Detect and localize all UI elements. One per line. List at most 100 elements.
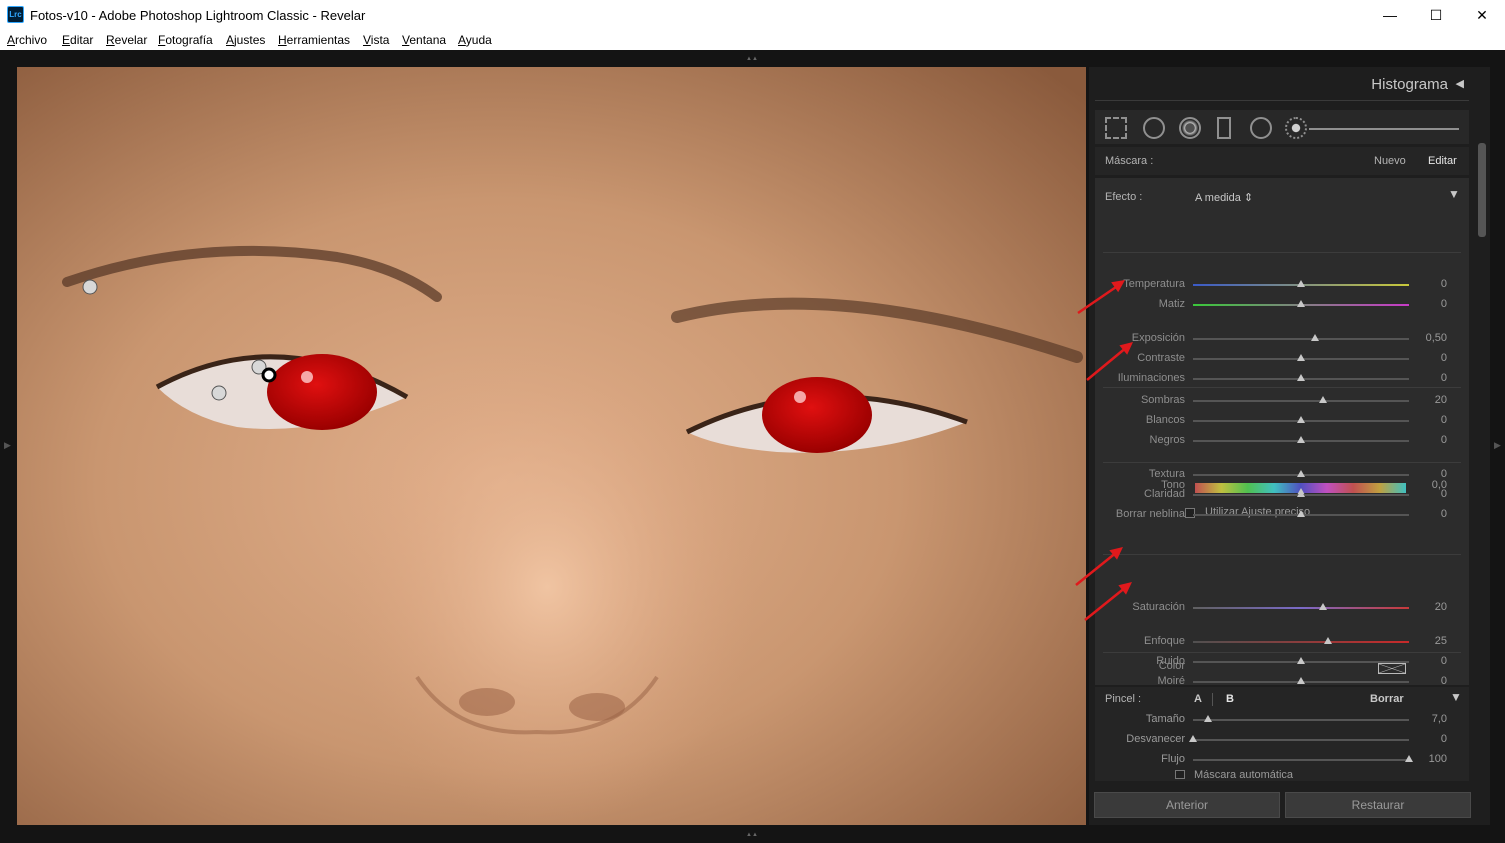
crop-tool-icon[interactable] — [1105, 117, 1127, 139]
temperatura-value[interactable]: 0 — [1417, 278, 1447, 290]
blancos-label: Blancos — [1145, 414, 1185, 426]
red-eye-tool-icon[interactable] — [1179, 117, 1201, 139]
bottom-panel-toggle-icon[interactable]: ▲▲ — [746, 832, 758, 838]
brush-tamano-value[interactable]: 7,0 — [1417, 713, 1447, 725]
spot-removal-tool-icon[interactable] — [1143, 117, 1165, 139]
brush-tamano-slider-thumb[interactable] — [1204, 715, 1213, 722]
textura-slider-thumb[interactable] — [1297, 470, 1305, 477]
right-panel-toggle-icon[interactable]: ▶ — [1494, 440, 1501, 451]
brush-label: Pincel : — [1105, 693, 1142, 705]
matiz-slider-thumb[interactable] — [1297, 300, 1305, 307]
brush-tamano-slider-track[interactable] — [1193, 719, 1409, 721]
exposicion-label: Exposición — [1131, 332, 1185, 344]
top-panel-toggle-icon[interactable]: ▲▲ — [746, 56, 758, 62]
radial-filter-icon[interactable] — [1250, 117, 1272, 139]
enfoque-value[interactable]: 25 — [1417, 635, 1447, 647]
brush-flujo-label: Flujo — [1161, 753, 1185, 765]
auto-mask-checkbox[interactable] — [1175, 770, 1185, 779]
claridad-slider-thumb[interactable] — [1297, 490, 1305, 497]
panel-scrollbar[interactable] — [1478, 143, 1486, 237]
brush-tamano-label: Tamaño — [1145, 713, 1185, 725]
section-divider — [1103, 652, 1461, 653]
precise-adjust-checkbox[interactable] — [1185, 508, 1195, 518]
mask-new-button[interactable]: Nuevo — [1374, 155, 1406, 167]
brush-panel: Pincel : A B Borrar ▼ Máscara automática… — [1095, 687, 1469, 781]
brush-desvanecer-slider-track[interactable] — [1193, 739, 1409, 741]
saturacion-slider-track[interactable] — [1193, 607, 1409, 609]
adjustment-brush-icon[interactable] — [1285, 117, 1307, 139]
menu-vista[interactable]: Vista — [363, 33, 389, 47]
menu-revelar[interactable]: Revelar — [106, 33, 147, 47]
enfoque-slider-track[interactable] — [1193, 641, 1409, 643]
menu-herramientas[interactable]: Herramientas — [278, 33, 350, 47]
matiz-label: Matiz — [1158, 298, 1185, 310]
negros-slider-thumb[interactable] — [1297, 436, 1305, 443]
enfoque-slider-thumb[interactable] — [1324, 637, 1332, 644]
temperatura-slider-thumb[interactable] — [1297, 280, 1305, 287]
brush-a-button[interactable]: A — [1194, 693, 1202, 705]
menu-editar[interactable]: Editar — [62, 33, 93, 47]
maximize-button[interactable]: ☐ — [1413, 0, 1459, 30]
brush-desvanecer-value[interactable]: 0 — [1417, 733, 1447, 745]
blancos-value[interactable]: 0 — [1417, 414, 1447, 426]
sombras-value[interactable]: 20 — [1417, 394, 1447, 406]
menu-ajustes[interactable]: Ajustes — [226, 33, 265, 47]
auto-mask-label: Máscara automática — [1194, 769, 1294, 781]
color-swatch[interactable] — [1378, 663, 1406, 674]
moire-slider-thumb[interactable] — [1297, 677, 1305, 684]
claridad-value[interactable]: 0 — [1417, 488, 1447, 500]
minimize-button[interactable]: — — [1367, 0, 1413, 30]
menu-ayuda[interactable]: Ayuda — [458, 33, 492, 47]
contraste-value[interactable]: 0 — [1417, 352, 1447, 364]
brush-desvanecer-slider-thumb[interactable] — [1189, 735, 1197, 742]
iluminaciones-value[interactable]: 0 — [1417, 372, 1447, 384]
ruido-slider-thumb[interactable] — [1297, 657, 1305, 664]
contraste-slider-thumb[interactable] — [1297, 354, 1305, 361]
matiz-value[interactable]: 0 — [1417, 298, 1447, 310]
brush-erase-button[interactable]: Borrar — [1370, 693, 1404, 705]
lightroom-app-icon: Lrc — [7, 6, 24, 23]
brush-b-button[interactable]: B — [1226, 693, 1234, 705]
negros-value[interactable]: 0 — [1417, 434, 1447, 446]
window-title: Fotos-v10 - Adobe Photoshop Lightroom Cl… — [30, 8, 366, 23]
reset-button[interactable]: Restaurar — [1285, 792, 1471, 818]
borrar-neblina-value[interactable]: 0 — [1417, 508, 1447, 520]
brush-separator — [1212, 693, 1213, 706]
sombras-slider-track[interactable] — [1193, 400, 1409, 402]
saturacion-value[interactable]: 20 — [1417, 601, 1447, 613]
adjustment-subpanel: Efecto : A medida ⇕ ▼ Tono 0,0 Utilizar … — [1095, 178, 1469, 707]
previous-button[interactable]: Anterior — [1094, 792, 1280, 818]
effect-collapse-icon[interactable]: ▼ — [1448, 187, 1460, 201]
moire-value[interactable]: 0 — [1417, 675, 1447, 687]
brush-flujo-value[interactable]: 100 — [1417, 753, 1447, 765]
iluminaciones-slider-thumb[interactable] — [1297, 374, 1305, 381]
menu-fotografia[interactable]: Fotografía — [158, 33, 213, 47]
menu-archivo[interactable]: Archivo — [7, 33, 47, 47]
left-panel-toggle-icon[interactable]: ▶ — [4, 440, 11, 451]
brush-flujo-slider-thumb[interactable] — [1405, 755, 1413, 762]
menu-ventana[interactable]: Ventana — [402, 33, 446, 47]
saturacion-slider-thumb[interactable] — [1318, 603, 1327, 610]
graduated-filter-icon[interactable] — [1217, 117, 1231, 139]
borrar-neblina-slider-thumb[interactable] — [1297, 510, 1305, 517]
effect-preset-dropdown[interactable]: A medida ⇕ — [1195, 191, 1253, 204]
brush-flujo-slider-track[interactable] — [1193, 759, 1409, 761]
textura-value[interactable]: 0 — [1417, 468, 1447, 480]
close-button[interactable]: ✕ — [1459, 0, 1505, 30]
contraste-label: Contraste — [1137, 352, 1185, 364]
tool-options-slider[interactable] — [1309, 128, 1459, 130]
mask-row: Máscara : Nuevo Editar — [1095, 147, 1469, 175]
exposicion-value[interactable]: 0,50 — [1417, 332, 1447, 344]
exposicion-slider-track[interactable] — [1193, 338, 1409, 340]
blancos-slider-thumb[interactable] — [1297, 416, 1305, 423]
histogram-collapse-icon[interactable]: ◀ — [1456, 77, 1464, 90]
ruido-value[interactable]: 0 — [1417, 655, 1447, 667]
brush-collapse-icon[interactable]: ▼ — [1450, 690, 1462, 704]
menu-bar: Archivo Editar Revelar Fotografía Ajuste… — [0, 30, 1505, 50]
sombras-slider-thumb[interactable] — [1318, 396, 1327, 403]
histogram-title[interactable]: Histograma — [1371, 76, 1448, 93]
exposicion-slider-thumb[interactable] — [1310, 334, 1319, 341]
iluminaciones-label: Iluminaciones — [1117, 372, 1185, 384]
photo-canvas[interactable] — [17, 67, 1086, 825]
mask-edit-button[interactable]: Editar — [1428, 155, 1457, 167]
